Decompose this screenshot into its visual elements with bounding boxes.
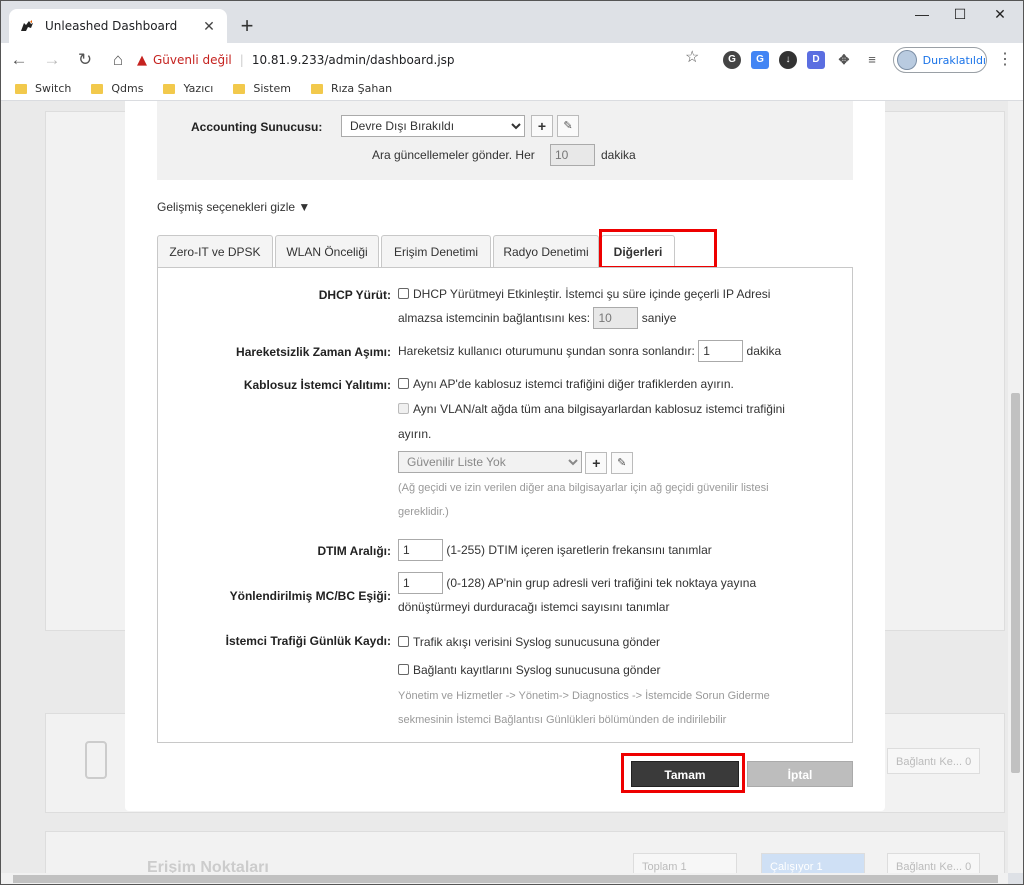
- isolation-label: Kablosuz İstemci Yalıtımı:: [243, 378, 391, 392]
- advanced-options-toggle[interactable]: Gelişmiş seçenekleri gizle ▼: [157, 200, 310, 214]
- interim-update-unit: dakika: [601, 148, 636, 162]
- edit-whitelist-pencil-icon[interactable]: ✎: [610, 451, 633, 474]
- advanced-tabs: Zero-IT ve DPSK WLAN Önceliği Erişim Den…: [157, 235, 853, 269]
- bg-ap-title: Erişim Noktaları: [147, 859, 269, 873]
- mcbc-threshold-input[interactable]: [398, 572, 443, 594]
- edit-accounting-pencil-icon[interactable]: ✎: [557, 115, 579, 137]
- bg-running-badge: Çalışıyor 1: [761, 853, 865, 873]
- dhcp-label: DHCP Yürüt:: [318, 288, 391, 302]
- extension-translate-icon[interactable]: G: [751, 51, 769, 69]
- omnibox-divider: |: [239, 53, 244, 67]
- tab-strip: Unleashed Dashboard ✕ + — ☐ ✕: [1, 1, 1023, 43]
- bg-connection-badge-2: Bağlantı Ke... 0: [887, 853, 981, 873]
- reading-list-icon[interactable]: ≡: [863, 51, 881, 69]
- phone-icon: [85, 741, 107, 779]
- scroll-thumb[interactable]: [1011, 393, 1020, 773]
- bookmark-sistem[interactable]: Sistem: [233, 82, 291, 95]
- logging-note: Yönetim ve Hizmetler -> Yönetim-> Diagno…: [398, 690, 770, 702]
- wlan-edit-dialog: Accounting Sunucusu: Devre Dışı Bırakıld…: [125, 101, 885, 811]
- add-whitelist-button[interactable]: +: [585, 451, 608, 474]
- tab-access-control[interactable]: Erişim Denetimi: [381, 235, 491, 268]
- folder-icon: [310, 83, 323, 94]
- connection-log-syslog-checkbox[interactable]: [398, 664, 409, 675]
- vertical-scrollbar[interactable]: [1008, 101, 1023, 873]
- idle-label: Hareketsizlik Zaman Aşımı:: [236, 345, 391, 359]
- profile-status: Duraklatıldı: [922, 53, 986, 67]
- ok-highlight-box: [621, 753, 745, 793]
- forward-arrow-icon[interactable]: →: [37, 45, 67, 75]
- browser-menu-icon[interactable]: ⋮: [997, 49, 1013, 69]
- bookmark-yazici[interactable]: Yazıcı: [163, 82, 213, 95]
- url-text: 10.81.9.233/admin/dashboard.jsp: [251, 53, 455, 67]
- dtim-input[interactable]: [398, 539, 443, 561]
- interim-update-label: Ara güncellemeler gönder. Her: [372, 148, 535, 162]
- folder-icon: [15, 83, 27, 94]
- dtim-label: DTIM Aralığı:: [317, 544, 391, 558]
- folder-icon: [163, 83, 176, 94]
- extensions-puzzle-icon[interactable]: ✥: [835, 51, 853, 69]
- insecure-label: Güvenli değil: [153, 53, 232, 67]
- ruckus-dog-icon: [21, 20, 33, 31]
- browser-tab[interactable]: Unleashed Dashboard ✕: [9, 9, 227, 43]
- extension-download-icon[interactable]: ↓: [779, 51, 797, 69]
- idle-timeout-input[interactable]: [698, 340, 744, 362]
- avatar: [897, 50, 917, 70]
- mcbc-label: Yönlendirilmiş MC/BC Eşiği:: [229, 589, 391, 603]
- extension-g-icon[interactable]: G: [723, 51, 741, 69]
- tab-highlight-box: [599, 229, 717, 269]
- dhcp-checkbox[interactable]: [398, 288, 409, 299]
- folder-icon: [91, 83, 104, 94]
- bg-total-badge: Toplam 1: [633, 853, 737, 873]
- tab-zero-it-dpsk[interactable]: Zero-IT ve DPSK: [157, 235, 273, 268]
- address-bar[interactable]: ▲ Güvenli değil | 10.81.9.233/admin/dash…: [127, 46, 711, 74]
- extension-d-icon[interactable]: D: [807, 51, 825, 69]
- bookmarks-bar: Switch Qdms Yazıcı Sistem Rıza Şahan: [1, 77, 1023, 101]
- tab-wlan-priority[interactable]: WLAN Önceliği: [275, 235, 379, 268]
- back-arrow-icon[interactable]: ←: [4, 45, 34, 75]
- whitelist-select[interactable]: Güvenilir Liste Yok: [398, 451, 582, 473]
- bookmark-qdms[interactable]: Qdms: [91, 82, 143, 95]
- dhcp-timeout-input[interactable]: [593, 307, 639, 329]
- new-tab-button[interactable]: +: [233, 13, 261, 41]
- bookmark-riza-sahan[interactable]: Rıza Şahan: [310, 82, 392, 95]
- logging-label: İstemci Trafiği Günlük Kaydı:: [225, 634, 391, 648]
- tab-close-icon[interactable]: ✕: [201, 18, 217, 35]
- accounting-label: Accounting Sunucusu:: [191, 120, 323, 134]
- isolation-vlan-checkbox[interactable]: [398, 403, 409, 414]
- traffic-flow-syslog-checkbox[interactable]: [398, 636, 409, 647]
- interim-update-input[interactable]: [550, 144, 595, 166]
- window-close-button[interactable]: ✕: [977, 1, 1023, 31]
- bg-connection-badge-1: Bağlantı Ke... 0: [887, 748, 981, 774]
- accounting-server-select[interactable]: Devre Dışı Bırakıldı: [341, 115, 525, 137]
- add-accounting-button[interactable]: +: [531, 115, 553, 137]
- folder-icon: [233, 83, 246, 94]
- tab-radio-control[interactable]: Radyo Denetimi: [493, 235, 599, 268]
- warning-icon: ▲: [137, 52, 147, 68]
- accounting-section: Accounting Sunucusu: Devre Dışı Bırakıld…: [157, 101, 853, 180]
- horizontal-scrollbar[interactable]: [1, 873, 1008, 884]
- bookmark-star-icon[interactable]: ☆: [685, 47, 699, 67]
- whitelist-note: (Ağ geçidi ve izin verilen diğer ana bil…: [398, 481, 769, 494]
- hscroll-thumb[interactable]: [13, 875, 998, 883]
- tab-title: Unleashed Dashboard: [45, 19, 178, 33]
- isolation-same-ap-checkbox[interactable]: [398, 378, 409, 389]
- bookmark-switch[interactable]: Switch: [15, 82, 71, 95]
- others-tab-panel: DHCP Yürüt: DHCP Yürütmeyi Etkinleştir. …: [157, 267, 853, 743]
- browser-toolbar: ← → ↻ ⌂ ▲ Güvenli değil | 10.81.9.233/ad…: [1, 43, 1023, 77]
- browser-window: Unleashed Dashboard ✕ + — ☐ ✕ ← → ↻ ⌂ ▲ …: [0, 0, 1024, 885]
- reload-icon[interactable]: ↻: [70, 45, 100, 75]
- cancel-button[interactable]: İptal: [747, 761, 853, 787]
- profile-button[interactable]: Duraklatıldı: [893, 47, 987, 73]
